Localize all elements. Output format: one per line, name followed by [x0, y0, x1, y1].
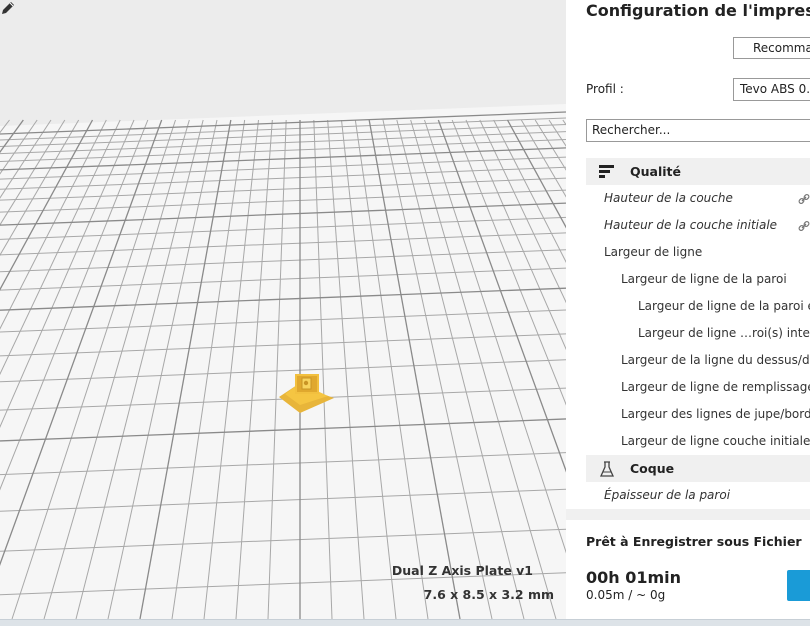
setting-label: Hauteur de la couche [604, 191, 733, 205]
model-name: Dual Z Axis Plate v1 [391, 563, 533, 578]
panel-divider [566, 509, 810, 520]
settings-list: Qualité Hauteur de la couche Hauteur de … [586, 158, 810, 509]
setting-row[interactable]: Épaisseur de la paroi [586, 482, 810, 509]
3d-viewport[interactable]: Dual Z Axis Plate v1 7.6 x 8.5 x 3.2 mm [0, 0, 566, 619]
model-dimensions: 7.6 x 8.5 x 3.2 mm [423, 587, 554, 602]
setting-row[interactable]: Largeur des lignes de jupe/bordure [586, 401, 810, 428]
recommended-button[interactable]: Recommandé [733, 37, 810, 59]
material-usage: 0.05m / ~ 0g [586, 588, 666, 602]
setting-row[interactable]: Largeur de ligne …roi(s) interne(s) [586, 320, 810, 347]
category-shell[interactable]: Coque [586, 455, 810, 482]
setting-label: Largeur de ligne [604, 245, 703, 259]
category-shell-label: Coque [630, 461, 675, 476]
setting-row[interactable]: Largeur de ligne de la paroi [586, 266, 810, 293]
setting-label: Largeur de ligne de la paroi [621, 272, 787, 286]
quality-icon [599, 165, 614, 178]
build-plate-grid [0, 104, 566, 619]
settings-search-input[interactable]: Rechercher... [586, 119, 810, 142]
setting-row[interactable]: Largeur de ligne couche initiale [586, 428, 810, 455]
link-icon[interactable] [798, 193, 810, 205]
print-setup-panel: Configuration de l'impression Recommandé… [566, 0, 810, 619]
profile-label: Profil : [586, 82, 624, 96]
panel-title: Configuration de l'impression [586, 1, 810, 20]
profile-select[interactable]: Tevo ABS 0.2mm [733, 78, 810, 101]
setting-label: Largeur de ligne de la paroi externe [638, 299, 810, 313]
setting-label: Hauteur de la couche initiale [604, 218, 778, 232]
edit-pencil-icon[interactable] [0, 0, 16, 16]
setting-label: Largeur des lignes de jupe/bordure [621, 407, 810, 421]
setting-row[interactable]: Largeur de ligne de la paroi externe [586, 293, 810, 320]
link-icon[interactable] [798, 220, 810, 232]
save-to-file-button[interactable] [787, 570, 810, 601]
setting-row[interactable]: Largeur de la ligne du dessus/dessous [586, 347, 810, 374]
shell-icon [599, 461, 615, 477]
setting-label: Largeur de ligne couche initiale [621, 434, 810, 448]
setting-label: Épaisseur de la paroi [604, 488, 731, 502]
print-time: 00h 01min [586, 568, 682, 587]
setting-row[interactable]: Hauteur de la couche initiale [586, 212, 810, 239]
setting-label: Largeur de la ligne du dessus/dessous [621, 353, 810, 367]
category-quality[interactable]: Qualité [586, 158, 810, 185]
setting-row[interactable]: Hauteur de la couche [586, 185, 810, 212]
setting-label: Largeur de ligne de remplissage [621, 380, 810, 394]
setting-label: Largeur de ligne …roi(s) interne(s) [638, 326, 810, 340]
category-quality-label: Qualité [630, 164, 681, 179]
setting-row[interactable]: Largeur de ligne [586, 239, 810, 266]
ready-status: Prêt à Enregistrer sous Fichier [586, 534, 802, 549]
setting-row[interactable]: Largeur de ligne de remplissage [586, 374, 810, 401]
